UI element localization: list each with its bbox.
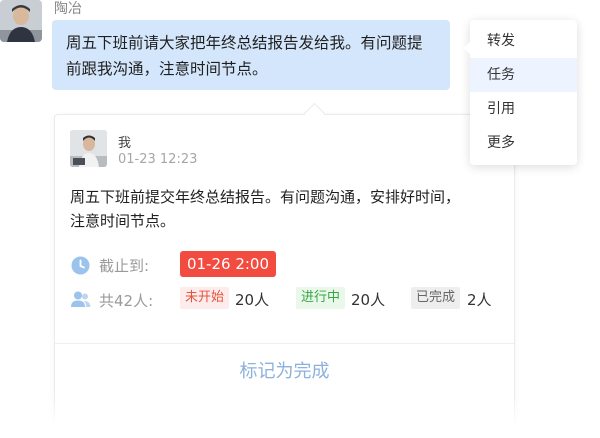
status-tag-in-progress[interactable]: 进行中 — [296, 287, 346, 309]
count-not-started: 20人 — [235, 291, 270, 309]
menu-item-more[interactable]: 更多 — [470, 126, 577, 160]
mark-complete-button[interactable]: 标记为完成 — [55, 344, 514, 400]
status-tag-completed[interactable]: 已完成 — [411, 287, 461, 309]
task-card: 我 01-23 12:23 周五下班前提交年终总结报告。有问题沟通，安排好时间，… — [54, 114, 515, 438]
deadline-badge[interactable]: 01-26 2:00 — [180, 251, 276, 277]
sender-avatar[interactable] — [0, 0, 42, 42]
message-text-line-1: 周五下班前请大家把年终总结报告发给我。有问题提 — [66, 34, 423, 52]
sender-name: 陶冶 — [54, 1, 82, 17]
task-text-line-2: 注意时间节点。 — [70, 212, 176, 230]
clock-icon — [71, 256, 90, 275]
menu-item-forward[interactable]: 转发 — [470, 24, 577, 58]
menu-item-task[interactable]: 任务 — [470, 58, 577, 92]
task-time: 01-23 12:23 — [118, 152, 198, 167]
task-description: 周五下班前提交年终总结报告。有问题沟通，安排好时间， 注意时间节点。 — [70, 185, 500, 233]
count-completed: 2人 — [467, 291, 492, 309]
menu-item-quote[interactable]: 引用 — [470, 92, 577, 126]
count-in-progress: 20人 — [351, 291, 386, 309]
author-avatar[interactable] — [70, 130, 107, 167]
people-label: 共42人: — [99, 292, 154, 310]
deadline-label: 截止到: — [99, 257, 150, 275]
message-text-line-2: 前跟我沟通，注意时间节点。 — [66, 60, 268, 78]
task-text-line-1: 周五下班前提交年终总结报告。有问题沟通，安排好时间， — [70, 188, 461, 206]
task-author: 我 — [118, 136, 132, 151]
status-tag-not-started[interactable]: 未开始 — [180, 287, 230, 309]
people-icon — [71, 291, 91, 307]
message-bubble[interactable]: 周五下班前请大家把年终总结报告发给我。有问题提 前跟我沟通，注意时间节点。 — [52, 20, 450, 90]
context-menu: 转发 任务 引用 更多 — [464, 20, 577, 165]
